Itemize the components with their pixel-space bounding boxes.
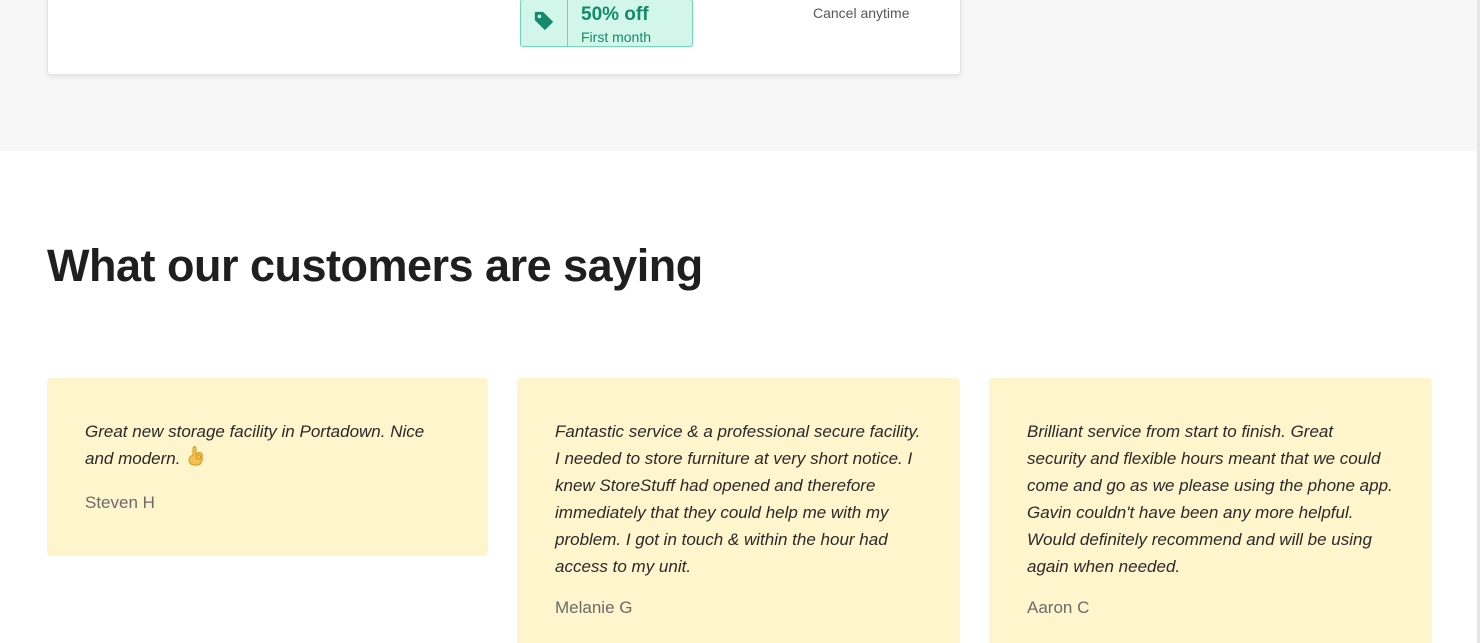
testimonial-quote: Great new storage facility in Portadown.…	[85, 418, 450, 475]
testimonial-quote: Fantastic service & a professional secur…	[555, 422, 921, 576]
section-title: What our customers are saying	[47, 240, 703, 291]
cancel-note: Cancel anytime	[813, 5, 910, 21]
offer-title: 50% off	[581, 4, 649, 25]
offer-subtitle: First month	[581, 29, 652, 45]
ok-hand-icon	[186, 445, 206, 475]
testimonial-card: Fantastic service & a professional secur…	[517, 378, 960, 643]
testimonial-card: Brilliant service from start to finish. …	[989, 378, 1432, 643]
testimonial-card: Great new storage facility in Portadown.…	[47, 378, 488, 556]
pricing-card: 50% off First month Cancel anytime	[47, 0, 961, 75]
pricing-band: 50% off First month Cancel anytime	[0, 0, 1480, 151]
offer-icon-box	[521, 0, 568, 46]
testimonial-author: Melanie G	[555, 598, 633, 617]
testimonial-quote: Brilliant service from start to finish. …	[1027, 422, 1393, 576]
price-tag-icon	[533, 10, 555, 37]
offer-badge: 50% off First month	[520, 0, 693, 47]
testimonial-author: Aaron C	[1027, 598, 1090, 617]
testimonial-author: Steven H	[85, 493, 155, 512]
